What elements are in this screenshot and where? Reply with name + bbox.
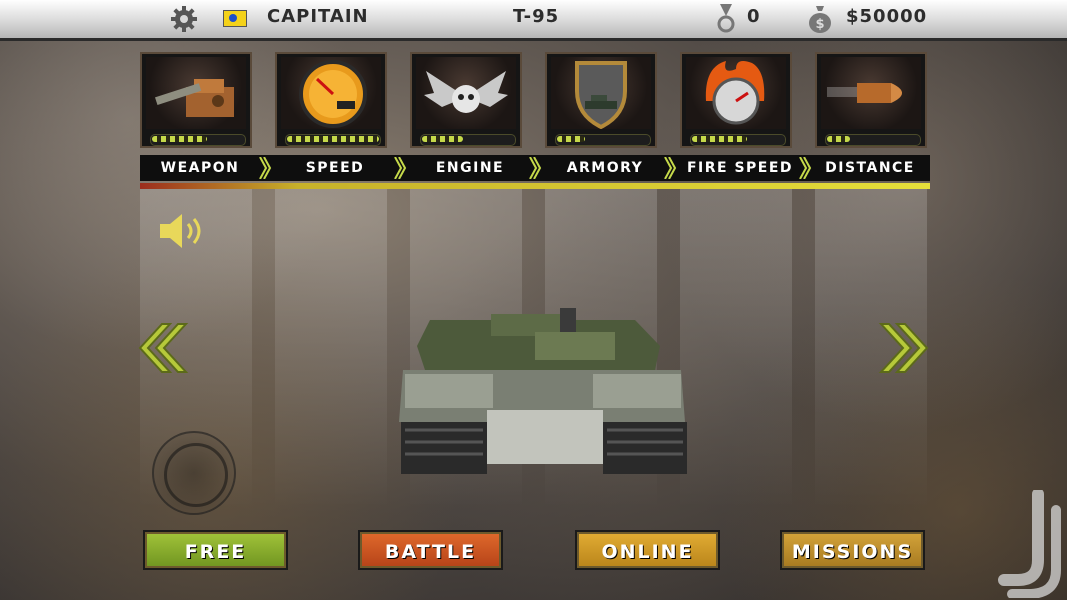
previous-tank-arrow-icon[interactable] bbox=[138, 322, 190, 374]
upgrade-slot-distance[interactable] bbox=[815, 52, 927, 148]
missions-button[interactable]: MISSIONS bbox=[780, 530, 925, 570]
online-button[interactable]: ONLINE bbox=[575, 530, 720, 570]
upgrade-label-weapon[interactable]: WEAPON bbox=[140, 155, 260, 181]
upgrade-level-bar bbox=[420, 134, 516, 146]
money-amount: $50000 bbox=[846, 6, 928, 27]
divider-strip bbox=[140, 183, 930, 189]
joystick-knob[interactable] bbox=[164, 443, 228, 507]
column-glow bbox=[680, 189, 792, 509]
joystick[interactable] bbox=[152, 431, 236, 515]
svg-text:$: $ bbox=[815, 17, 824, 32]
shield-icon bbox=[551, 57, 651, 129]
medal-icon bbox=[717, 4, 735, 33]
chevron-right-icon bbox=[799, 157, 812, 179]
free-button[interactable]: FREE bbox=[143, 530, 288, 570]
upgrade-label-strip: WEAPON SPEED ENGINE ARMORY FIRE SPEED DI… bbox=[140, 155, 930, 181]
upgrade-level-fill bbox=[152, 136, 207, 142]
upgrade-level-bar bbox=[285, 134, 381, 146]
flaming-gauge-icon bbox=[686, 57, 786, 129]
watermark-logo bbox=[998, 490, 1061, 598]
upgrade-slot-engine[interactable] bbox=[410, 52, 522, 148]
upgrade-label-speed[interactable]: SPEED bbox=[275, 155, 395, 181]
speedometer-icon bbox=[281, 57, 381, 129]
tank-name-label: T-95 bbox=[513, 6, 560, 27]
chevron-right-icon bbox=[394, 157, 407, 179]
upgrade-level-bar bbox=[690, 134, 786, 146]
rank-label: CAPITAIN bbox=[267, 6, 369, 27]
top-bar: CAPITAIN T-95 0 $ $50000 bbox=[0, 0, 1067, 41]
upgrade-slot-armory[interactable] bbox=[545, 52, 657, 148]
upgrade-level-bar bbox=[150, 134, 246, 146]
upgrade-level-fill bbox=[287, 136, 379, 142]
medals-count: 0 bbox=[747, 6, 761, 27]
cannon-icon bbox=[146, 57, 246, 129]
upgrade-level-fill bbox=[827, 136, 850, 142]
upgrade-label-engine[interactable]: ENGINE bbox=[410, 155, 530, 181]
flag-icon bbox=[223, 10, 247, 27]
upgrade-level-fill bbox=[692, 136, 747, 142]
upgrade-slot-speed[interactable] bbox=[275, 52, 387, 148]
upgrade-label-fire-speed[interactable]: FIRE SPEED bbox=[680, 155, 800, 181]
column-glow bbox=[275, 189, 387, 509]
bullet-icon bbox=[821, 57, 921, 129]
upgrade-level-fill bbox=[422, 136, 463, 142]
speaker-icon[interactable] bbox=[158, 210, 210, 252]
upgrade-slot-fire-speed[interactable] bbox=[680, 52, 792, 148]
chevron-right-icon bbox=[529, 157, 542, 179]
tank-model bbox=[399, 308, 687, 474]
chevron-right-icon bbox=[664, 157, 677, 179]
upgrade-level-bar bbox=[825, 134, 921, 146]
battle-button[interactable]: BATTLE bbox=[358, 530, 503, 570]
gear-icon[interactable] bbox=[170, 5, 198, 33]
money-bag-icon: $ bbox=[809, 6, 831, 33]
upgrade-label-distance[interactable]: DISTANCE bbox=[808, 155, 932, 181]
upgrade-level-fill bbox=[557, 136, 585, 142]
upgrade-label-armory[interactable]: ARMORY bbox=[545, 155, 665, 181]
upgrade-slot-weapon[interactable] bbox=[140, 52, 252, 148]
next-tank-arrow-icon[interactable] bbox=[877, 322, 929, 374]
upgrade-level-bar bbox=[555, 134, 651, 146]
chevron-right-icon bbox=[259, 157, 272, 179]
winged-skull-icon bbox=[416, 57, 516, 129]
